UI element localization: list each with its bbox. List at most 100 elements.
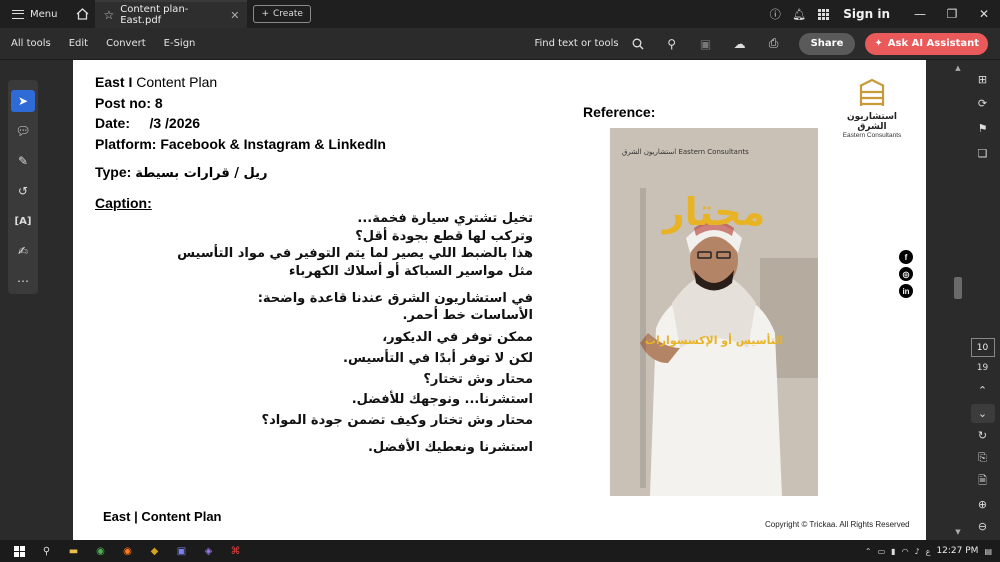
wifi-icon[interactable]: ◠: [902, 547, 909, 556]
logo-english: Eastern Consultants: [842, 132, 902, 139]
teams-chat-icon[interactable]: ◈: [195, 540, 222, 562]
next-page-icon[interactable]: ⌄: [970, 403, 995, 423]
zoom-in-icon[interactable]: ⊕: [971, 495, 995, 514]
caption-line: ممكن توفر في الديكور،: [382, 330, 533, 346]
logo-arabic: استشاريون الشرق: [846, 112, 898, 132]
document-info-icon[interactable]: 🗎︎: [971, 472, 995, 491]
volume-icon[interactable]: ♪: [915, 547, 920, 556]
caption-line: محتار وش تختار؟: [423, 371, 533, 387]
ask-ai-button[interactable]: ✦ Ask AI Assistant: [865, 32, 988, 55]
sign-in-button[interactable]: Sign in: [835, 7, 904, 21]
person-figure: [610, 128, 818, 496]
zoom-out-icon[interactable]: ⊖: [971, 517, 995, 536]
chrome-icon[interactable]: ◉: [87, 540, 114, 562]
create-label: Create: [273, 9, 303, 19]
read-aloud-icon[interactable]: ⚲: [657, 37, 687, 51]
tool-edit[interactable]: Edit: [60, 38, 97, 49]
reference-title: محتار: [662, 190, 766, 234]
header-brand: East I: [95, 74, 133, 90]
file-explorer-icon[interactable]: ▬: [60, 540, 87, 562]
app-icon[interactable]: ◆: [141, 540, 168, 562]
bookmark-icon[interactable]: ⚑: [972, 119, 994, 138]
plus-icon: +: [261, 9, 270, 19]
platform-value: Facebook & Instagram & LinkedIn: [160, 135, 386, 152]
caption-line: الأساسات خط أحمر.: [402, 308, 533, 324]
caption-line: استشرنا... ونوجهك للأفضل.: [351, 392, 533, 408]
close-window-icon[interactable]: ✕: [968, 7, 1000, 21]
restore-icon[interactable]: ❐: [936, 7, 968, 21]
clock[interactable]: 12:27 PM: [936, 546, 978, 556]
print-icon[interactable]: ⎙: [759, 36, 789, 51]
apps-grid-icon[interactable]: [811, 8, 835, 20]
type-label: Type:: [95, 164, 132, 181]
current-page-input[interactable]: 10: [970, 338, 995, 358]
main-toolbar: All tools Edit Convert E-Sign Find text …: [0, 28, 1000, 60]
close-tab-icon[interactable]: ✕: [230, 9, 239, 22]
star-icon[interactable]: ☆: [103, 8, 114, 22]
search-icon[interactable]: [623, 38, 653, 50]
tool-esign[interactable]: E-Sign: [155, 38, 205, 49]
add-comment-icon[interactable]: ⊞: [972, 70, 994, 89]
sparkle-icon: ✦: [874, 38, 883, 49]
header-rest: Content Plan: [136, 74, 218, 90]
battery-icon[interactable]: ▮: [891, 547, 895, 556]
tab-title: Content plan- East.pdf: [120, 4, 189, 26]
ask-ai-label: Ask AI Assistant: [887, 38, 979, 49]
tool-convert[interactable]: Convert: [97, 38, 155, 49]
platform-row: Platform: Facebook & Instagram & LinkedI…: [95, 134, 386, 155]
lasso-icon[interactable]: ↺: [11, 180, 35, 202]
post-label: Post no:: [95, 94, 151, 111]
search-taskbar-icon[interactable]: ⚲: [33, 540, 60, 562]
title-bar: Menu ☆ Content plan- East.pdf ✕ + Create…: [0, 0, 1000, 28]
teams-icon[interactable]: ▣: [168, 540, 195, 562]
reference-brand: استشاريون الشرق Eastern Consultants: [622, 148, 749, 156]
share-button[interactable]: Share: [798, 32, 856, 55]
rotate-icon[interactable]: ↻: [971, 427, 995, 446]
more-icon[interactable]: ⋯: [11, 270, 35, 292]
document-tab[interactable]: ☆ Content plan- East.pdf ✕: [95, 0, 248, 28]
date-value: /3 /2026: [149, 115, 201, 132]
social-icons: f ◎ in: [899, 250, 913, 298]
bell-icon[interactable]: 🔔︎: [787, 8, 811, 21]
pages-icon[interactable]: ❏: [972, 144, 994, 163]
hamburger-icon: [12, 9, 24, 19]
tool-all-tools[interactable]: All tools: [0, 38, 60, 49]
language-indicator[interactable]: ع: [926, 547, 931, 556]
upload-cloud-icon[interactable]: ☁: [725, 37, 755, 51]
find-tools-label[interactable]: Find text or tools: [534, 38, 618, 49]
sign-icon[interactable]: ✍: [11, 240, 35, 262]
home-button[interactable]: [69, 0, 95, 28]
left-tools-panel: ➤ 💬︎ ✎ ↺ [A] ✍ ⋯: [8, 80, 38, 294]
create-button[interactable]: + Create: [253, 5, 311, 23]
scroll-up-icon[interactable]: ▲: [953, 64, 963, 72]
scroll-thumb[interactable]: [954, 277, 962, 299]
caption-line: في استشاريون الشرق عندنا قاعدة واضحة:: [257, 290, 533, 306]
export-pdf-icon[interactable]: ⟳: [972, 95, 994, 114]
building-logo-icon: [859, 78, 885, 106]
help-icon[interactable]: ⓘ: [763, 6, 787, 22]
caption-line: وتركب لها قطع بجودة أقل؟: [355, 228, 533, 244]
document-header: East I Content Plan Post no: 8 Date: /3 …: [95, 72, 386, 214]
notifications-icon[interactable]: ▤: [984, 547, 992, 556]
company-logo: استشاريون الشرق Eastern Consultants: [837, 78, 907, 139]
text-select-icon[interactable]: [A]: [11, 210, 35, 232]
comment-icon[interactable]: 💬︎: [11, 120, 35, 142]
reference-label: Reference:: [583, 104, 656, 120]
caption-line: هذا بالضبط اللي يصير لما يتم التوفير في …: [177, 246, 533, 262]
minimize-icon[interactable]: —: [904, 7, 936, 21]
windows-start-icon[interactable]: [6, 540, 33, 562]
acrobat-icon[interactable]: ⌘: [222, 540, 249, 562]
firefox-icon[interactable]: ◉: [114, 540, 141, 562]
date-row: Date: /3 /2026: [95, 113, 386, 134]
scroll-down-icon[interactable]: ▼: [953, 528, 963, 536]
save-icon[interactable]: ▣: [691, 37, 721, 51]
copy-page-icon[interactable]: ⎘: [971, 449, 995, 468]
network-icon[interactable]: ▭: [878, 547, 886, 556]
pen-icon[interactable]: ✎: [11, 150, 35, 172]
chevron-up-icon[interactable]: ⌃: [865, 547, 872, 556]
vertical-scrollbar[interactable]: ▲ ▼: [951, 60, 965, 540]
menu-button[interactable]: Menu: [0, 0, 69, 28]
caption-line: تخيل تشتري سيارة فخمة...: [357, 211, 533, 226]
previous-page-icon[interactable]: ⌃: [971, 381, 995, 400]
cursor-icon[interactable]: ➤: [11, 90, 35, 112]
